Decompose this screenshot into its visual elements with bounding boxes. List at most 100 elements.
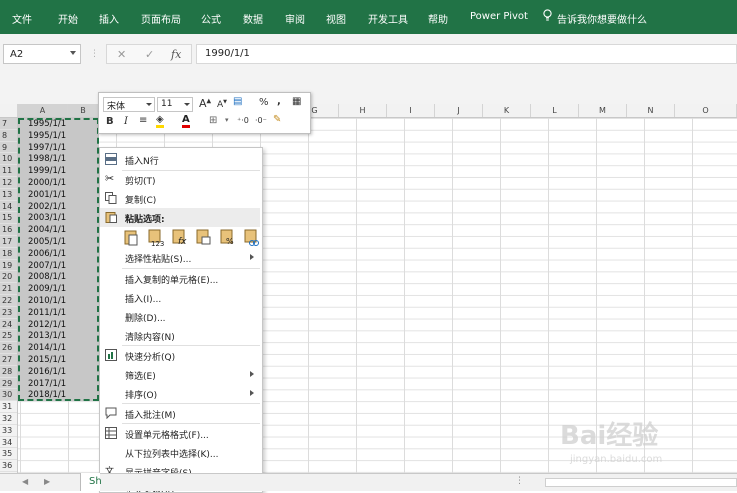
row-header-34[interactable]: 34 bbox=[0, 437, 17, 449]
paste-values-button[interactable]: 123 bbox=[146, 228, 165, 248]
menu-pick-from-list[interactable]: 从下拉列表中选择(K)... bbox=[100, 443, 260, 462]
borders-icon[interactable]: ⊞ bbox=[209, 115, 217, 126]
menu-insert-comment[interactable]: 插入批注(M) bbox=[100, 404, 260, 423]
column-header-l[interactable]: L bbox=[531, 104, 579, 117]
row-header-20[interactable]: 20 bbox=[0, 271, 17, 284]
column-header-o[interactable]: O bbox=[675, 104, 737, 117]
accounting-format-icon[interactable]: ▤ bbox=[233, 96, 242, 107]
tab-developer[interactable]: 开发工具 bbox=[368, 11, 408, 26]
menu-format-cells[interactable]: 设置单元格格式(F)... bbox=[100, 424, 260, 443]
tab-help[interactable]: 帮助 bbox=[428, 11, 448, 26]
row-header-8[interactable]: 8 bbox=[0, 129, 17, 142]
tab-power-pivot[interactable]: Power Pivot bbox=[470, 11, 528, 22]
tab-review[interactable]: 审阅 bbox=[285, 11, 305, 26]
row-header-30[interactable]: 30 bbox=[0, 389, 17, 402]
row-header-25[interactable]: 25 bbox=[0, 330, 17, 343]
row-header-16[interactable]: 16 bbox=[0, 224, 17, 236]
cancel-icon[interactable]: ✕ bbox=[117, 48, 126, 61]
row-header-17[interactable]: 17 bbox=[0, 236, 17, 248]
row-header-32[interactable]: 32 bbox=[0, 413, 17, 425]
menu-insert[interactable]: 插入(I)... bbox=[100, 288, 260, 307]
grow-font-icon[interactable]: A▲ bbox=[199, 97, 211, 110]
row-header-31[interactable]: 31 bbox=[0, 401, 17, 413]
fill-color-icon[interactable]: ◈ bbox=[156, 115, 164, 128]
menu-copy[interactable]: 复制(C) bbox=[100, 189, 260, 208]
menu-filter[interactable]: 筛选(E) bbox=[100, 365, 260, 384]
menu-cut[interactable]: ✂ 剪切(T) bbox=[100, 170, 260, 189]
column-header-a[interactable]: A bbox=[18, 104, 68, 117]
row-header-22[interactable]: 22 bbox=[0, 295, 17, 307]
row-header-23[interactable]: 23 bbox=[0, 306, 17, 319]
menu-sort[interactable]: 排序(O) bbox=[100, 384, 260, 403]
column-header-k[interactable]: K bbox=[483, 104, 531, 117]
column-header-i[interactable]: I bbox=[387, 104, 435, 117]
paste-button[interactable] bbox=[122, 228, 141, 247]
row-header-19[interactable]: 19 bbox=[0, 259, 17, 272]
select-all-corner[interactable] bbox=[0, 104, 18, 117]
align-center-icon[interactable]: ≡ bbox=[139, 115, 147, 126]
name-box[interactable]: A2 bbox=[3, 44, 81, 64]
paste-link-button[interactable] bbox=[242, 228, 261, 247]
tab-view[interactable]: 视图 bbox=[326, 11, 346, 26]
row-header-21[interactable]: 21 bbox=[0, 283, 17, 295]
tab-insert[interactable]: 插入 bbox=[99, 11, 119, 26]
row-header-14[interactable]: 14 bbox=[0, 200, 17, 213]
menu-clear-contents[interactable]: 清除内容(N) bbox=[100, 326, 260, 345]
menu-delete[interactable]: 删除(D)... bbox=[100, 307, 260, 326]
column-header-b[interactable]: B bbox=[68, 104, 99, 117]
tab-splitter-icon[interactable]: ⋮ bbox=[515, 476, 524, 486]
row-header-11[interactable]: 11 bbox=[0, 165, 17, 177]
paste-percent-button[interactable]: % bbox=[218, 228, 237, 247]
tab-file[interactable]: 文件 bbox=[12, 11, 32, 26]
chevron-down-icon[interactable] bbox=[70, 51, 76, 55]
tell-me-search[interactable]: 告诉我你想要做什么 bbox=[557, 11, 647, 26]
row-header-18[interactable]: 18 bbox=[0, 247, 17, 260]
insert-function-icon[interactable]: fx bbox=[171, 48, 181, 61]
row-header-35[interactable]: 35 bbox=[0, 448, 17, 461]
row-header-33[interactable]: 33 bbox=[0, 425, 17, 437]
row-header-10[interactable]: 10 bbox=[0, 153, 17, 166]
menu-insert-copied[interactable]: 插入复制的单元格(E)... bbox=[100, 269, 260, 288]
bold-button[interactable]: B bbox=[106, 116, 114, 127]
borders-dropdown-icon[interactable]: ▾ bbox=[225, 116, 229, 124]
row-header-28[interactable]: 28 bbox=[0, 365, 17, 378]
tab-data[interactable]: 数据 bbox=[243, 11, 263, 26]
format-painter-table-icon[interactable]: ▦ bbox=[292, 96, 301, 107]
column-header-m[interactable]: M bbox=[579, 104, 627, 117]
row-header-7[interactable]: 7 bbox=[0, 118, 17, 130]
scroll-tabs-right-icon[interactable]: ▶ bbox=[44, 477, 50, 486]
shrink-font-icon[interactable]: A▼ bbox=[217, 99, 227, 110]
row-header-27[interactable]: 27 bbox=[0, 354, 17, 366]
row-header-12[interactable]: 12 bbox=[0, 177, 17, 189]
tab-home[interactable]: 开始 bbox=[58, 11, 78, 26]
enter-icon[interactable]: ✓ bbox=[145, 48, 154, 61]
font-color-icon[interactable]: A bbox=[182, 115, 190, 128]
formula-input[interactable]: 1990/1/1 bbox=[196, 44, 737, 64]
increase-decimal-icon[interactable]: ⁺·0 bbox=[237, 116, 249, 125]
drag-handle-icon[interactable]: ⋮ bbox=[90, 49, 99, 59]
menu-quick-analysis[interactable]: 快速分析(Q) bbox=[100, 346, 260, 365]
font-size-select[interactable]: 11 bbox=[157, 97, 193, 112]
percent-style-icon[interactable]: % bbox=[259, 97, 269, 108]
menu-paste-special[interactable]: 选择性粘贴(S)... bbox=[100, 248, 260, 267]
paste-formulas-button[interactable]: fx bbox=[170, 228, 189, 247]
tab-formulas[interactable]: 公式 bbox=[201, 11, 221, 26]
row-header-29[interactable]: 29 bbox=[0, 377, 17, 390]
comma-style-icon[interactable]: , bbox=[277, 96, 281, 107]
italic-button[interactable]: I bbox=[124, 116, 128, 127]
row-header-36[interactable]: 36 bbox=[0, 460, 17, 472]
row-header-9[interactable]: 9 bbox=[0, 141, 17, 154]
paste-formatting-button[interactable] bbox=[194, 228, 213, 247]
format-painter-icon[interactable]: ✎ bbox=[273, 114, 281, 125]
font-name-select[interactable]: 宋体 bbox=[103, 97, 155, 112]
tab-page-layout[interactable]: 页面布局 bbox=[141, 11, 181, 26]
decrease-decimal-icon[interactable]: ·0⁻ bbox=[255, 116, 267, 125]
column-header-j[interactable]: J bbox=[435, 104, 483, 117]
row-header-15[interactable]: 15 bbox=[0, 212, 17, 225]
row-header-13[interactable]: 13 bbox=[0, 188, 17, 201]
row-header-24[interactable]: 24 bbox=[0, 318, 17, 331]
column-header-h[interactable]: H bbox=[339, 104, 387, 117]
row-header-26[interactable]: 26 bbox=[0, 342, 17, 354]
sheet-tab[interactable]: Sh bbox=[80, 473, 102, 491]
menu-insert-rows[interactable]: 插入N行 bbox=[100, 150, 260, 169]
